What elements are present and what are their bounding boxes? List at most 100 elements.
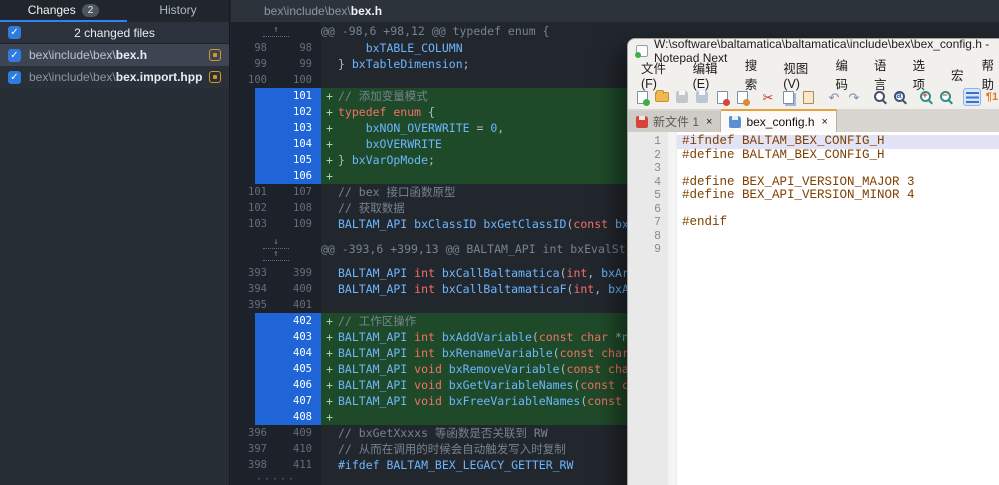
diff-gutter: ↓↑ (231, 232, 321, 265)
diff-gutter[interactable]: 103 (231, 120, 321, 136)
diff-gutter[interactable]: 100100 (231, 72, 321, 88)
expand-dots-icon[interactable]: ····· (256, 476, 296, 484)
file-row[interactable]: ✓bex\include\bex\bex.h (0, 44, 229, 66)
file-include-checkbox[interactable]: ✓ (8, 49, 21, 62)
diff-gutter[interactable]: 105 (231, 152, 321, 168)
file-row[interactable]: ✓bex\include\bex\bex.import.hpp (0, 66, 229, 88)
diff-code: // bex 接口函数原型 (338, 184, 455, 200)
diff-code: bxOVERWRITE (338, 136, 442, 152)
code-token: bxCallBaltamaticaF (435, 282, 567, 296)
code-line (677, 230, 999, 244)
code-token: BALTAM_API (338, 346, 414, 360)
diff-code: typedef enum { (338, 104, 435, 120)
menu-item[interactable]: 文件(F) (632, 58, 684, 91)
diff-gutter[interactable]: 407 (231, 393, 321, 409)
diff-gutter[interactable]: 102108 (231, 200, 321, 216)
diff-gutter: ····· (231, 473, 321, 485)
diff-gutter[interactable]: 9898 (231, 40, 321, 56)
diff-gutter[interactable]: 408 (231, 409, 321, 425)
tab-history[interactable]: History (127, 0, 229, 22)
diff-gutter[interactable]: 397410 (231, 441, 321, 457)
diff-gutter[interactable]: 395401 (231, 297, 321, 313)
diff-new-line-number: 106 (276, 168, 321, 184)
save-icon[interactable] (673, 88, 691, 106)
menu-item[interactable]: 宏 (942, 65, 973, 84)
diff-new-line-number: 105 (276, 152, 321, 168)
diff-old-line-number (231, 88, 276, 104)
code-token: BALTAM_API (338, 266, 414, 280)
code-token: { (421, 105, 435, 119)
zoom-out-icon[interactable]: − (937, 88, 955, 106)
code-token: const char (567, 362, 636, 376)
diff-gutter[interactable]: 101107 (231, 184, 321, 200)
close-tab-icon[interactable]: × (822, 116, 828, 128)
diff-gutter[interactable]: 406 (231, 377, 321, 393)
expand-down-icon[interactable]: ↓ (263, 237, 288, 249)
tab-changes[interactable]: Changes 2 (0, 0, 127, 22)
desktop: Changes 2 History ✓ 2 changed files ✓bex… (0, 0, 999, 485)
diff-old-line-number (231, 361, 276, 377)
code-line (677, 162, 999, 176)
diff-gutter[interactable]: 398411 (231, 457, 321, 473)
diff-old-line-number (231, 409, 276, 425)
word-wrap-icon[interactable] (963, 88, 981, 106)
copy-icon[interactable] (779, 88, 797, 106)
code-token: ( (560, 266, 567, 280)
redo-icon[interactable]: ↷ (845, 88, 863, 106)
diff-new-line-number: 99 (276, 56, 321, 72)
diff-gutter[interactable]: 9999 (231, 56, 321, 72)
diff-code: // 获取数据 (338, 200, 405, 216)
diff-gutter[interactable]: 402 (231, 313, 321, 329)
document-tab[interactable]: bex_config.h× (721, 109, 837, 132)
diff-gutter[interactable]: 393399 (231, 265, 321, 281)
editor-text-area[interactable]: #ifndef BALTAM_BEX_CONFIG_H#define BALTA… (677, 132, 999, 485)
expand-up-icon[interactable]: ↑ (263, 249, 288, 261)
code-token: bxFreeVariableNames (442, 394, 580, 408)
line-number-gutter: 123456789 (628, 132, 668, 485)
code-token: typedef enum (338, 105, 421, 119)
document-tab-label: 新文件 1 (653, 113, 699, 130)
diff-new-line-number: 104 (276, 136, 321, 152)
diff-gutter[interactable]: 403 (231, 329, 321, 345)
diff-gutter[interactable]: 106 (231, 168, 321, 184)
new-file-icon[interactable] (633, 88, 651, 106)
code-token: = (470, 121, 491, 135)
cut-icon[interactable]: ✂ (759, 88, 777, 106)
zoom-in-icon[interactable]: + (917, 88, 935, 106)
replace-icon[interactable]: a (891, 88, 909, 106)
diff-gutter[interactable]: 405 (231, 361, 321, 377)
save-all-icon[interactable] (693, 88, 711, 106)
document-tab[interactable]: 新文件 1 × (628, 111, 721, 132)
close-tab-icon[interactable]: × (706, 116, 712, 128)
diff-old-line-number: 100 (231, 72, 276, 88)
paste-icon[interactable] (799, 88, 817, 106)
code-token: // 从而在调用的时候会自动触发写入时复制 (338, 442, 566, 456)
undo-icon[interactable]: ↶ (825, 88, 843, 106)
find-icon[interactable] (871, 88, 889, 106)
menu-item[interactable]: 视图(V) (774, 58, 826, 91)
menu-item[interactable]: 编辑(E) (684, 58, 736, 91)
diff-new-line-number: 401 (276, 297, 321, 313)
code-token: // 工作区操作 (338, 314, 416, 328)
editor-area[interactable]: 123456789 #ifndef BALTAM_BEX_CONFIG_H#de… (628, 132, 999, 485)
close-icon[interactable] (713, 88, 731, 106)
expand-up-icon[interactable]: ↑ (263, 25, 288, 37)
diff-gutter[interactable]: 404 (231, 345, 321, 361)
diff-gutter[interactable]: 102 (231, 104, 321, 120)
file-include-checkbox[interactable]: ✓ (8, 71, 21, 84)
line-number: 3 (628, 162, 661, 176)
code-token: , (497, 121, 504, 135)
diff-gutter[interactable]: 394400 (231, 281, 321, 297)
open-folder-icon[interactable] (653, 88, 671, 106)
close-all-icon[interactable] (733, 88, 751, 106)
code-token: } (338, 57, 352, 71)
code-token: bxRenameVariable (435, 346, 553, 360)
diff-gutter[interactable]: 101 (231, 88, 321, 104)
diff-gutter[interactable]: 104 (231, 136, 321, 152)
sidebar-tabs: Changes 2 History (0, 0, 229, 22)
code-token: BALTAM_API (338, 282, 414, 296)
line-number: 5 (628, 189, 661, 203)
diff-gutter[interactable]: 396409 (231, 425, 321, 441)
diff-gutter[interactable]: 103109 (231, 216, 321, 232)
show-all-characters-icon[interactable]: ¶1 (983, 88, 999, 106)
